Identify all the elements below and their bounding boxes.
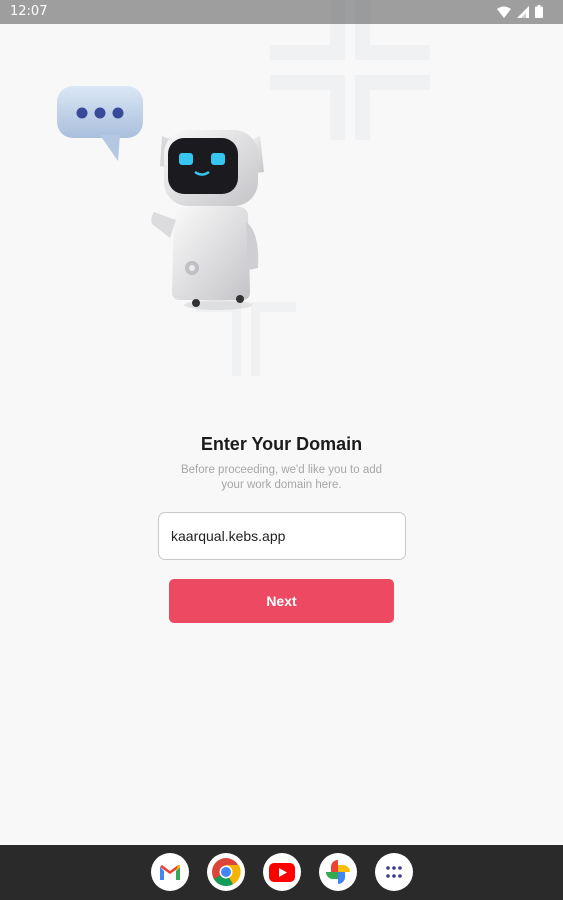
chat-bubble-icon xyxy=(57,86,143,161)
next-button[interactable]: Next xyxy=(169,579,394,623)
page-subtitle: Before proceeding, we'd like you to add … xyxy=(180,464,383,491)
app-drawer-icon[interactable] xyxy=(375,853,413,891)
domain-input[interactable] xyxy=(158,512,406,560)
page-title: Enter Your Domain xyxy=(200,434,363,454)
wifi-icon xyxy=(497,5,511,23)
gmail-icon[interactable] xyxy=(151,853,189,891)
photos-icon[interactable] xyxy=(319,853,357,891)
youtube-icon[interactable] xyxy=(263,853,301,891)
signal-icon xyxy=(517,5,529,23)
status-icons xyxy=(497,5,543,23)
battery-icon xyxy=(535,5,543,23)
watermark-logo-small xyxy=(196,302,296,376)
chrome-icon[interactable] xyxy=(207,853,245,891)
watermark-logo xyxy=(270,0,430,140)
robot-mascot xyxy=(151,130,264,310)
taskbar xyxy=(0,845,563,900)
status-time: 12:07 xyxy=(10,4,48,19)
